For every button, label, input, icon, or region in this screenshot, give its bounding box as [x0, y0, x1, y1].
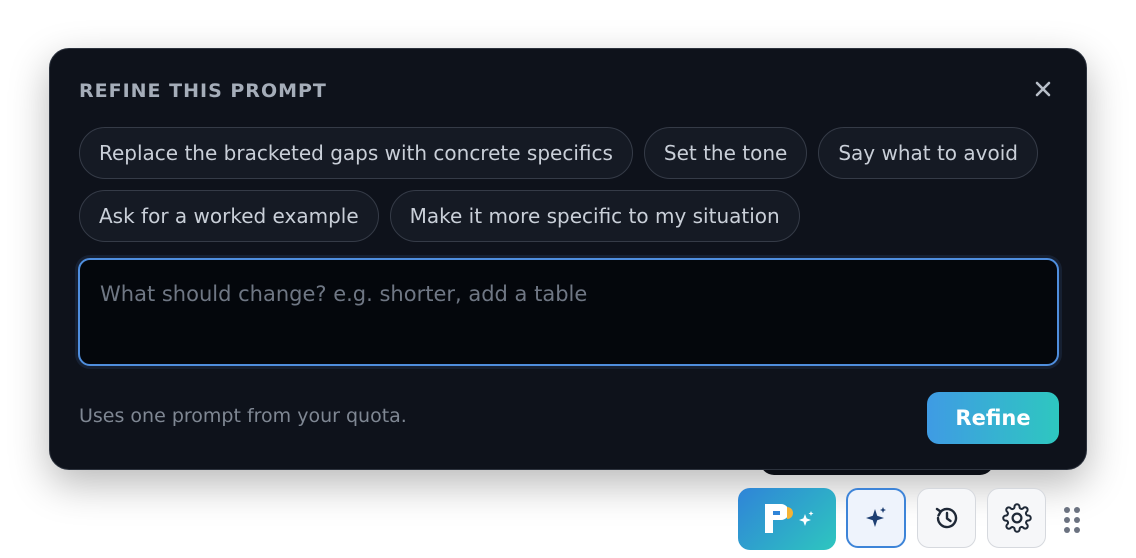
chip-more-specific[interactable]: Make it more specific to my situation	[389, 190, 800, 242]
refine-input-container	[78, 258, 1059, 366]
chip-say-what-to-avoid[interactable]: Say what to avoid	[818, 127, 1038, 179]
history-icon	[935, 507, 957, 529]
chip-set-tone[interactable]: Set the tone	[643, 127, 808, 179]
app-logo-button[interactable]	[738, 488, 836, 550]
sparkle-icon	[866, 507, 886, 527]
chip-replace-bracketed-gaps[interactable]: Replace the bracketed gaps with concrete…	[79, 127, 633, 179]
chip-row-2: Ask for a worked example Make it more sp…	[79, 190, 1059, 242]
history-button[interactable]	[917, 488, 976, 548]
quota-note: Uses one prompt from your quota.	[79, 405, 407, 427]
close-button[interactable]	[1030, 76, 1056, 102]
settings-button[interactable]	[987, 488, 1046, 548]
suggestion-chips: Replace the bracketed gaps with concrete…	[79, 127, 1059, 253]
panel-title: REFINE THIS PROMPT	[79, 80, 327, 102]
app-logo-icon	[765, 504, 814, 533]
sparkle-button[interactable]	[846, 488, 906, 548]
refine-button[interactable]: Refine	[927, 392, 1059, 444]
chip-row-1: Replace the bracketed gaps with concrete…	[79, 127, 1059, 179]
drag-handle-icon	[1064, 507, 1080, 533]
refine-input[interactable]	[80, 260, 1057, 364]
chip-worked-example[interactable]: Ask for a worked example	[79, 190, 379, 242]
drag-handle[interactable]	[1062, 505, 1082, 535]
gear-icon	[1001, 503, 1032, 533]
close-icon	[1035, 81, 1051, 97]
refine-prompt-panel: REFINE THIS PROMPT Replace the bracketed…	[49, 48, 1087, 470]
